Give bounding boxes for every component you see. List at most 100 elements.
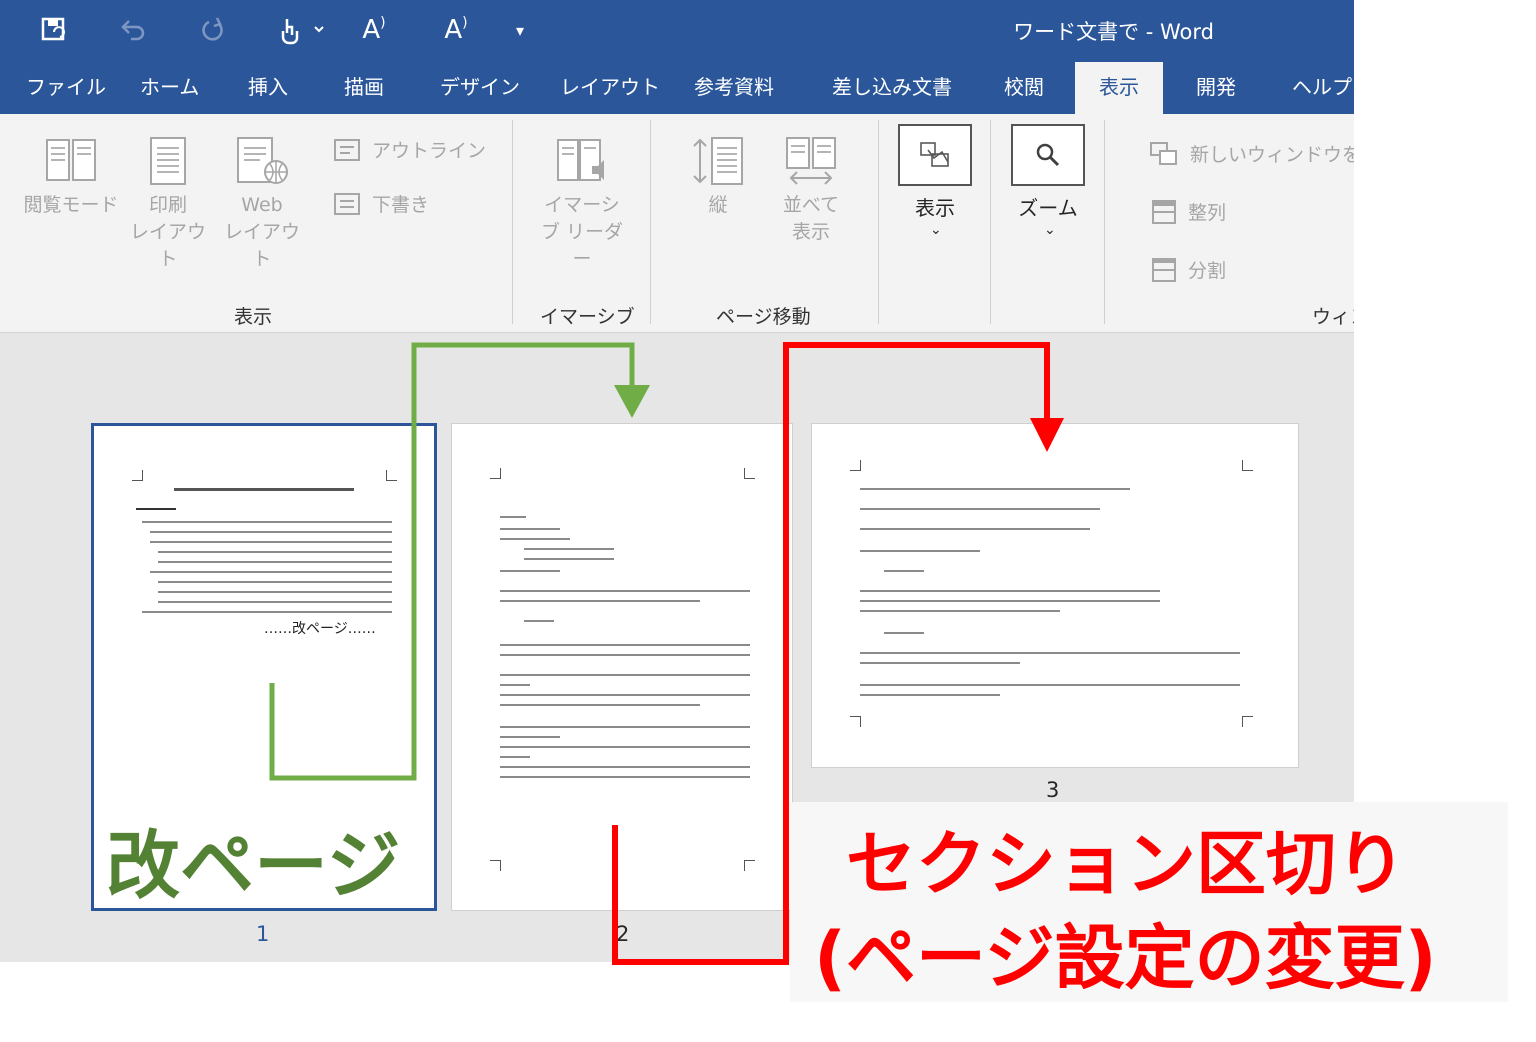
- group-divider: [1104, 120, 1105, 324]
- outline-icon: [334, 138, 360, 161]
- text-line: [500, 704, 700, 706]
- text-line: [500, 590, 750, 592]
- web-label-1: Web: [241, 194, 283, 216]
- text-line: [136, 508, 176, 510]
- immersive-label-2: ブ リーダー: [540, 221, 624, 270]
- tab-insert[interactable]: 挿入: [248, 62, 288, 114]
- text-line: [500, 756, 530, 758]
- book-icon: [46, 139, 96, 181]
- side-to-side-button[interactable]: 並べて 表示: [768, 136, 854, 246]
- immersive-reader-button[interactable]: イマーシ ブ リーダー: [532, 136, 632, 273]
- redo-icon[interactable]: [193, 10, 233, 50]
- tab-layout[interactable]: レイアウト: [560, 62, 660, 114]
- tab-home[interactable]: ホーム: [140, 62, 199, 114]
- text-line: [500, 528, 560, 530]
- side-label-1: 並べて: [782, 194, 840, 216]
- text-line: [524, 548, 614, 550]
- print-layout-button[interactable]: 印刷 レイアウト: [124, 136, 212, 273]
- text-line: [174, 488, 354, 491]
- ribbon-tabs: ファイル ホーム 挿入 描画 デザイン レイアウト 参考資料 差し込み文書 校閲…: [0, 62, 1354, 114]
- web-page-icon: [237, 137, 288, 184]
- tab-references[interactable]: 参考資料: [694, 62, 774, 114]
- text-line: [500, 766, 750, 768]
- vertical-button[interactable]: 縦: [682, 136, 754, 219]
- split-button[interactable]: 分割: [1152, 256, 1226, 283]
- arrange-label: 整列: [1188, 202, 1227, 224]
- read-mode-label: 閲覧モード: [23, 194, 119, 216]
- tab-draw[interactable]: 描画: [344, 62, 384, 114]
- magnifier-icon: [1036, 143, 1060, 167]
- tab-view[interactable]: 表示: [1075, 62, 1163, 114]
- text-line: [142, 521, 392, 523]
- draft-button[interactable]: 下書き: [334, 190, 429, 217]
- page-movement-group-label: ページ移動: [716, 306, 811, 328]
- group-divider: [650, 120, 651, 324]
- zoom-button[interactable]: [1011, 124, 1085, 186]
- page-1-thumbnail[interactable]: ……改ページ……: [91, 423, 437, 911]
- corner-mark: [386, 470, 397, 481]
- title-bar: A) A) ▾ ワード文書で - Word: [0, 0, 1354, 62]
- outline-button[interactable]: アウトライン: [334, 136, 486, 163]
- text-line: [500, 516, 526, 518]
- corner-mark: [490, 468, 501, 479]
- new-window-button[interactable]: 新しいウィンドウを開く: [1150, 140, 1354, 167]
- show-button[interactable]: [898, 124, 972, 186]
- text-line: [158, 591, 392, 593]
- zoom-label: ズーム: [1018, 196, 1078, 220]
- tab-developer[interactable]: 開発: [1196, 62, 1236, 114]
- page-break-marker: ……改ページ……: [264, 621, 376, 637]
- text-line: [158, 601, 392, 603]
- chevron-down-icon: ⌄: [1044, 222, 1056, 238]
- corner-mark: [1242, 460, 1253, 471]
- tab-review[interactable]: 校閲: [1004, 62, 1044, 114]
- vertical-scroll-icon: [693, 137, 743, 185]
- text-line: [860, 600, 1160, 602]
- text-line: [500, 654, 750, 656]
- print-label-2: レイアウト: [129, 221, 206, 270]
- font-shrink-label: A: [444, 15, 463, 45]
- text-line: [500, 694, 750, 696]
- corner-mark: [1242, 716, 1253, 727]
- text-line: [524, 620, 554, 622]
- tab-mailings[interactable]: 差し込み文書: [832, 62, 952, 114]
- text-line: [860, 652, 1240, 654]
- read-mode-button[interactable]: 閲覧モード: [22, 136, 120, 219]
- split-icon: [1152, 257, 1176, 282]
- corner-mark: [744, 468, 755, 479]
- touch-mode-icon[interactable]: [270, 10, 330, 50]
- page-3-thumbnail[interactable]: [811, 423, 1299, 768]
- text-line: [500, 726, 750, 728]
- text-line: [884, 632, 924, 634]
- text-line: [860, 684, 1240, 686]
- undo-icon[interactable]: [112, 10, 152, 50]
- text-line: [884, 570, 924, 572]
- text-line: [500, 538, 570, 540]
- corner-mark: [132, 470, 143, 481]
- text-line: [860, 662, 1020, 664]
- vertical-label: 縦: [708, 194, 728, 216]
- immersive-label-1: イマーシ: [544, 194, 620, 216]
- customize-icon[interactable]: ▾: [508, 10, 532, 50]
- read-aloud-icon-2[interactable]: A): [436, 10, 476, 50]
- tab-help[interactable]: ヘルプ: [1292, 62, 1352, 114]
- tab-file[interactable]: ファイル: [26, 62, 106, 114]
- arrange-all-button[interactable]: 整列: [1152, 198, 1226, 225]
- text-line: [150, 571, 392, 573]
- corner-mark: [850, 716, 861, 727]
- web-label-2: レイアウト: [223, 221, 300, 270]
- save-icon[interactable]: [34, 10, 74, 50]
- text-line: [158, 561, 392, 563]
- split-label: 分割: [1188, 260, 1227, 282]
- show-label: 表示: [915, 196, 955, 220]
- web-layout-button[interactable]: Web レイアウト: [218, 136, 306, 273]
- tab-design[interactable]: デザイン: [440, 62, 520, 114]
- page-number-1: 1: [256, 922, 270, 946]
- page-icon: [150, 137, 186, 185]
- page-2-thumbnail[interactable]: [451, 423, 793, 911]
- side-label-2: 表示: [791, 221, 830, 243]
- text-line: [500, 746, 750, 748]
- show-icon: [920, 142, 949, 167]
- draft-label: 下書き: [372, 194, 430, 216]
- read-aloud-icon[interactable]: A): [354, 10, 394, 50]
- new-window-label: 新しいウィンドウを開く: [1190, 144, 1354, 166]
